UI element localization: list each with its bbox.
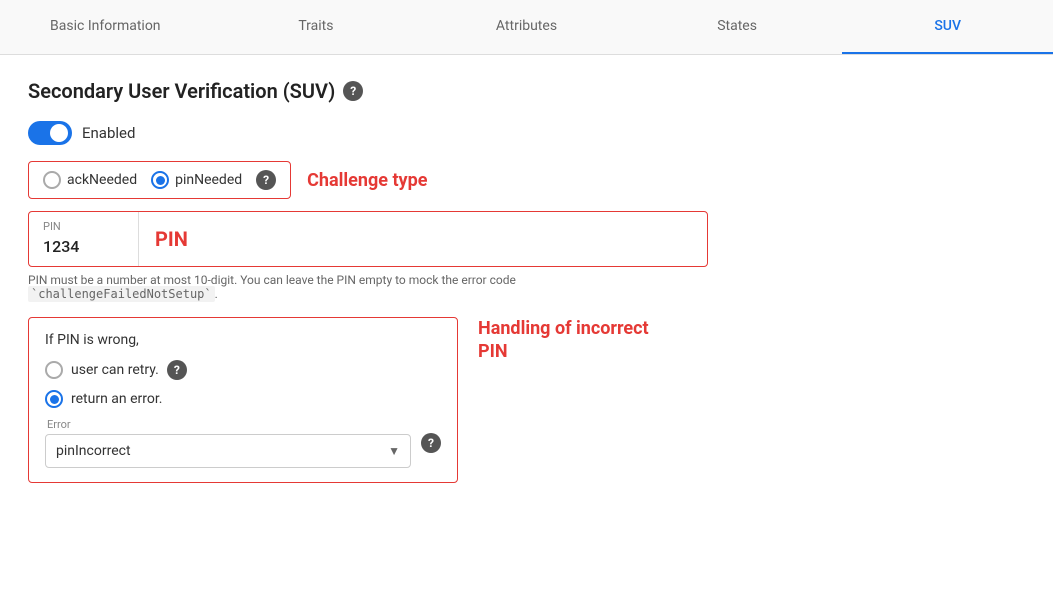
radio-pin-needed[interactable]: pinNeeded [151,171,242,189]
enabled-toggle-row: Enabled [28,121,1025,145]
error-select-wrapper[interactable]: pinIncorrect ▼ [45,434,411,468]
tab-traits[interactable]: Traits [211,0,422,54]
pin-box: PIN 1234 PIN [28,211,708,267]
radio-error-circle[interactable] [45,390,63,408]
page-title: Secondary User Verification (SUV) [28,79,335,103]
page-title-row: Secondary User Verification (SUV) ? [28,79,1025,103]
radio-retry-label: user can retry. [71,362,159,378]
radio-pin-circle[interactable] [151,171,169,189]
enabled-label: Enabled [82,124,135,142]
tab-suv-label: SUV [934,18,961,34]
pin-hint-code: `challengeFailedNotSetup` [28,286,215,302]
title-help-icon[interactable]: ? [343,81,363,101]
pin-hint: PIN must be a number at most 10-digit. Y… [28,273,708,301]
tab-states-label: States [717,18,757,34]
tab-attributes-label: Attributes [496,18,557,34]
handling-row: If PIN is wrong, user can retry. ? retur… [28,317,1025,483]
enabled-toggle[interactable] [28,121,72,145]
radio-error-label: return an error. [71,391,162,407]
challenge-type-row: ackNeeded pinNeeded ? Challenge type [28,161,1025,199]
challenge-type-box: ackNeeded pinNeeded ? [28,161,291,199]
pin-right: PIN [139,212,707,266]
handling-box: If PIN is wrong, user can retry. ? retur… [28,317,458,483]
error-select-box: Error pinIncorrect ▼ [45,418,411,468]
tab-basic-information[interactable]: Basic Information [0,0,211,54]
radio-ack-circle[interactable] [43,171,61,189]
tab-suv[interactable]: SUV [842,0,1053,54]
error-select-value: pinIncorrect [46,435,410,467]
challenge-type-help-icon[interactable]: ? [256,170,276,190]
error-help-icon[interactable]: ? [421,433,441,453]
main-content: Secondary User Verification (SUV) ? Enab… [0,55,1053,507]
tab-bar: Basic Information Traits Attributes Stat… [0,0,1053,55]
radio-retry-circle[interactable] [45,361,63,379]
handling-title: If PIN is wrong, [45,332,441,348]
radio-retry-row[interactable]: user can retry. ? [45,360,441,380]
tab-basic-information-label: Basic Information [50,18,161,34]
tab-attributes[interactable]: Attributes [421,0,632,54]
retry-help-icon[interactable]: ? [167,360,187,380]
pin-inner: PIN 1234 PIN [29,212,707,266]
radio-pin-label: pinNeeded [175,172,242,188]
challenge-type-label: Challenge type [307,170,427,191]
error-select-row: Error pinIncorrect ▼ ? [45,418,441,468]
radio-ack-label: ackNeeded [67,172,137,188]
error-label: Error [45,418,411,431]
tab-traits-label: Traits [298,18,333,34]
tab-states[interactable]: States [632,0,843,54]
pin-field-label: PIN [43,220,124,233]
pin-value: 1234 [43,237,124,256]
handling-label: Handling of incorrect PIN [478,317,678,364]
pin-left[interactable]: PIN 1234 [29,212,139,266]
pin-section-label: PIN [155,227,188,251]
radio-ack-needed[interactable]: ackNeeded [43,171,137,189]
radio-error-row[interactable]: return an error. [45,390,441,408]
